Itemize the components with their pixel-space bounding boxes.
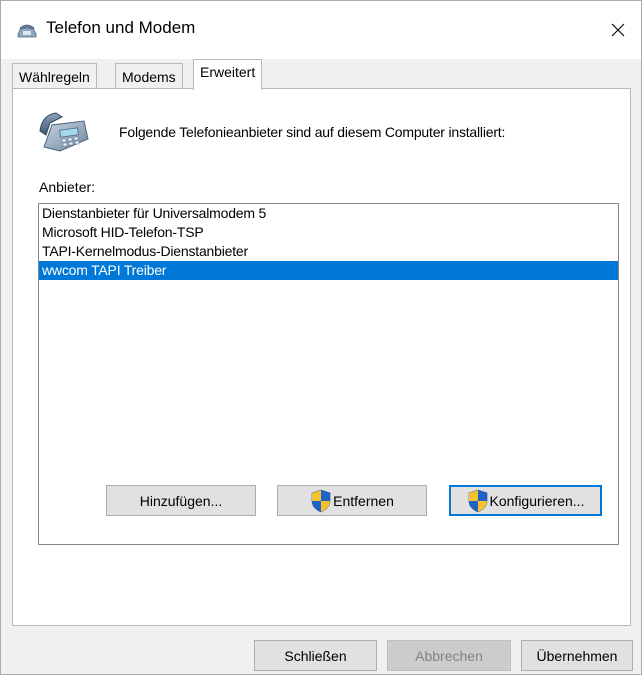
remove-button-label: Entfernen bbox=[333, 492, 394, 509]
close-dialog-button[interactable]: Schließen bbox=[254, 640, 377, 671]
telephone-icon bbox=[39, 112, 89, 152]
configure-button[interactable]: Konfigurieren... bbox=[449, 485, 602, 516]
close-button[interactable] bbox=[595, 1, 641, 59]
dialog-window: Telefon und Modem Wählregeln Modems Erwe… bbox=[0, 0, 642, 675]
info-text: Folgende Telefonieanbieter sind auf dies… bbox=[119, 124, 506, 140]
cancel-button[interactable]: Abbrechen bbox=[387, 640, 511, 671]
window-title: Telefon und Modem bbox=[46, 18, 196, 37]
close-dialog-button-label: Schließen bbox=[284, 647, 347, 664]
providers-label: Anbieter: bbox=[39, 179, 96, 195]
cancel-button-label: Abbrechen bbox=[415, 647, 483, 664]
tab-strip: Wählregeln Modems Erweitert bbox=[12, 59, 632, 90]
advanced-tab-panel: Folgende Telefonieanbieter sind auf dies… bbox=[12, 88, 631, 626]
add-button[interactable]: Hinzufügen... bbox=[106, 485, 256, 516]
tab-modems[interactable]: Modems bbox=[115, 63, 183, 89]
list-item[interactable]: TAPI-Kernelmodus-Dienstanbieter bbox=[39, 242, 618, 261]
list-item[interactable]: Microsoft HID-Telefon-TSP bbox=[39, 223, 618, 242]
list-item-selected[interactable]: wwcom TAPI Treiber bbox=[39, 261, 618, 280]
list-item[interactable]: Dienstanbieter für Universalmodem 5 bbox=[39, 204, 618, 223]
tab-advanced[interactable]: Erweitert bbox=[193, 59, 263, 90]
title-bar[interactable]: Telefon und Modem bbox=[1, 1, 641, 59]
configure-button-label: Konfigurieren... bbox=[489, 492, 585, 509]
uac-shield-icon bbox=[468, 489, 487, 512]
telephone-icon bbox=[17, 24, 37, 38]
tab-dialing-rules[interactable]: Wählregeln bbox=[12, 63, 97, 89]
apply-button-label: Übernehmen bbox=[536, 647, 618, 664]
apply-button[interactable]: Übernehmen bbox=[521, 640, 633, 671]
remove-button[interactable]: Entfernen bbox=[277, 485, 427, 516]
uac-shield-icon bbox=[311, 489, 331, 512]
close-icon bbox=[611, 23, 625, 37]
add-button-label: Hinzufügen... bbox=[139, 492, 223, 509]
